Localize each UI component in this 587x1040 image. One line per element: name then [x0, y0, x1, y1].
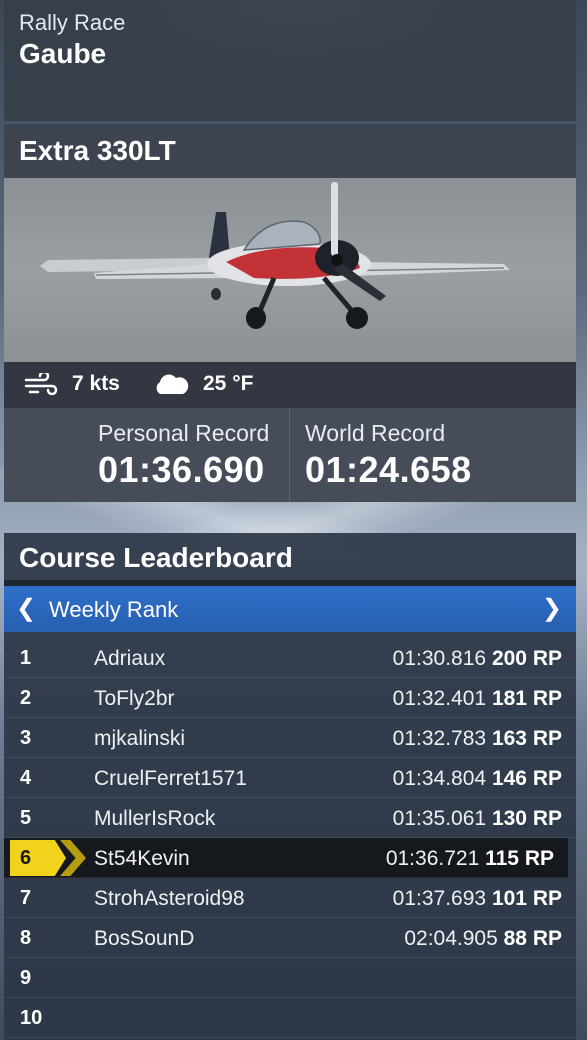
personal-record-label: Personal Record	[98, 420, 270, 446]
leaderboard-row[interactable]: 1 Adriaux 01:30.816 200 RP	[4, 638, 576, 678]
row-result: 01:35.061 130 RP	[393, 807, 562, 831]
race-type: Rally Race	[19, 10, 126, 35]
aircraft-image	[4, 178, 576, 362]
race-title: Gaube	[19, 38, 107, 69]
row-points: 163 RP	[491, 727, 562, 750]
leaderboard-row-current-player[interactable]: 6 St54Kevin 01:36.721 115 RP	[4, 838, 568, 878]
world-record: World Record 01:24.658	[305, 420, 472, 491]
leaderboard-panel: Course Leaderboard ❮ Weekly Rank ❯ 1 Adr…	[4, 533, 576, 1040]
airplane-illustration	[40, 182, 510, 329]
chevron-right-icon[interactable]: ❯	[542, 594, 562, 623]
row-player: St54Kevin	[94, 847, 190, 870]
row-result: 01:32.401 181 RP	[393, 687, 562, 711]
temperature-value: 25 °F	[203, 372, 254, 395]
row-time: 01:32.783	[392, 727, 487, 750]
row-player: ToFly2br	[94, 687, 175, 710]
row-player: BosSounD	[94, 927, 195, 950]
row-rank: 9	[20, 967, 32, 989]
records-section: Personal Record 01:36.690 World Record 0…	[4, 408, 576, 502]
row-points: 88 RP	[503, 927, 562, 950]
row-result: 01:34.804 146 RP	[393, 767, 562, 791]
row-result: 01:30.816 200 RP	[393, 647, 562, 671]
row-player: MullerIsRock	[94, 807, 216, 830]
row-result: 02:04.905 88 RP	[404, 927, 562, 951]
wind-info: 7 kts	[24, 372, 120, 396]
records-divider	[289, 408, 290, 502]
row-time: 01:32.401	[392, 687, 487, 710]
row-player: Adriaux	[94, 647, 166, 670]
leaderboard-row[interactable]: 2 ToFly2br 01:32.401 181 RP	[4, 678, 576, 718]
row-rank: 6	[20, 847, 32, 869]
row-time: 01:37.693	[392, 887, 487, 910]
row-rank: 1	[20, 647, 32, 669]
row-points: 181 RP	[491, 687, 562, 710]
row-rank: 4	[20, 767, 32, 789]
personal-record: Personal Record 01:36.690	[98, 420, 269, 491]
leaderboard-row[interactable]: 3 mjkalinski 01:32.783 163 RP	[4, 718, 576, 758]
aircraft-name-bar: Extra 330LT	[4, 124, 576, 178]
leaderboard-row[interactable]: 5 MullerIsRock 01:35.061 130 RP	[4, 798, 576, 838]
row-points: 200 RP	[491, 647, 562, 670]
row-rank: 3	[20, 727, 32, 749]
rank-type-selector[interactable]: ❮ Weekly Rank ❯	[4, 586, 576, 632]
row-player: StrohAsteroid98	[94, 887, 245, 910]
leaderboard-title: Course Leaderboard	[19, 542, 293, 573]
row-points: 146 RP	[491, 767, 562, 790]
leaderboard-row[interactable]: 10	[4, 998, 576, 1038]
row-rank: 7	[20, 887, 32, 909]
row-time: 01:36.721	[385, 847, 480, 870]
row-player: mjkalinski	[94, 727, 186, 750]
weather-bar: 7 kts 25 °F	[4, 362, 576, 408]
row-rank: 2	[20, 687, 32, 709]
row-time: 01:30.816	[392, 647, 487, 670]
leaderboard-row[interactable]: 8 BosSounD 02:04.905 88 RP	[4, 918, 576, 958]
wind-speed: 7 kts	[72, 372, 120, 395]
row-rank: 8	[20, 927, 32, 949]
row-time: 02:04.905	[404, 927, 498, 950]
chevron-left-icon[interactable]: ❮	[16, 594, 36, 623]
row-time: 01:34.804	[392, 767, 487, 790]
row-result: 01:32.783 163 RP	[393, 727, 562, 751]
leaderboard-row[interactable]: 4 CruelFerret1571 01:34.804 146 RP	[4, 758, 576, 798]
temperature-info: 25 °F	[152, 372, 253, 396]
row-rank: 5	[20, 807, 32, 829]
row-result: 01:37.693 101 RP	[393, 887, 562, 911]
row-points: 130 RP	[491, 807, 562, 830]
leaderboard-row[interactable]: 7 StrohAsteroid98 01:37.693 101 RP	[4, 878, 576, 918]
leaderboard-rows: 1 Adriaux 01:30.816 200 RP 2 ToFly2br 01…	[4, 638, 576, 1038]
world-record-label: World Record	[305, 420, 446, 446]
row-time: 01:35.061	[392, 807, 487, 830]
race-header: Rally Race Gaube	[4, 0, 576, 121]
cloud-icon	[156, 374, 189, 394]
rank-type-label: Weekly Rank	[49, 597, 179, 622]
leaderboard-row[interactable]: 9	[4, 958, 576, 998]
world-record-value: 01:24.658	[305, 449, 472, 490]
wind-icon	[24, 373, 58, 395]
aircraft-name: Extra 330LT	[19, 135, 176, 166]
row-points: 101 RP	[491, 887, 562, 910]
row-result: 01:36.721 115 RP	[386, 847, 554, 871]
aircraft-panel: Extra 330LT 7 kts 25 °F Personal Record …	[4, 124, 576, 502]
row-rank: 10	[20, 1007, 43, 1029]
row-points: 115 RP	[485, 847, 554, 870]
row-player: CruelFerret1571	[94, 767, 247, 790]
personal-record-value: 01:36.690	[98, 449, 265, 490]
